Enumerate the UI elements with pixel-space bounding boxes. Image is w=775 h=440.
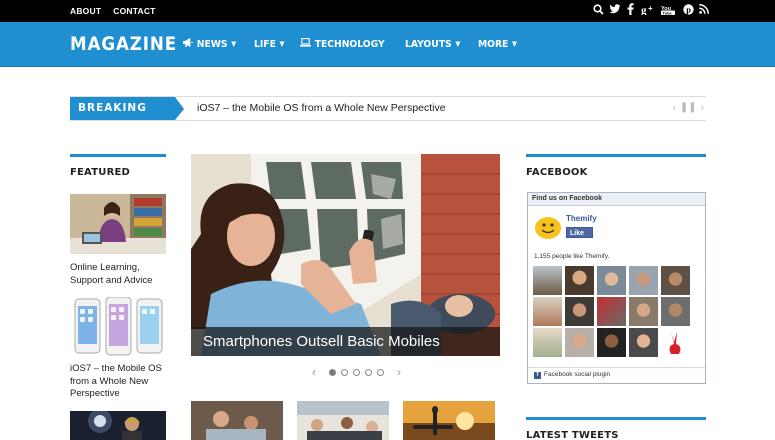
themify-avatar[interactable]: [534, 213, 562, 241]
slider-dot-3[interactable]: [353, 368, 360, 376]
about-link[interactable]: ABOUT: [70, 6, 101, 16]
nav-item-layouts[interactable]: LAYOUTS ▼: [405, 38, 460, 50]
slider-dot-5[interactable]: [377, 368, 384, 376]
fan-avatar[interactable]: [597, 266, 626, 295]
featured-thumb-3[interactable]: [70, 411, 166, 440]
chevron-down-icon: ▼: [279, 40, 285, 48]
contact-link[interactable]: CONTACT: [113, 6, 155, 16]
hero-caption[interactable]: Smartphones Outsell Basic Mobiles: [191, 327, 500, 356]
facebook-heading: FACEBOOK: [526, 154, 706, 178]
nav-item-technology[interactable]: TECHNOLOGY: [299, 37, 385, 50]
featured-heading: FEATURED: [70, 154, 166, 178]
megaphone-icon: [183, 38, 194, 50]
fan-avatar[interactable]: [565, 266, 594, 295]
facebook-fan-grid: [533, 266, 690, 357]
pinterest-icon[interactable]: p: [683, 3, 694, 20]
youtube-icon[interactable]: You Tube: [661, 4, 677, 20]
top-links: ABOUT CONTACT: [70, 6, 156, 16]
chevron-left-icon[interactable]: ‹: [312, 365, 316, 379]
slider-dot-1[interactable]: [329, 368, 336, 376]
hero-slide[interactable]: Smartphones Outsell Basic Mobiles: [191, 154, 500, 356]
fan-avatar[interactable]: [661, 266, 690, 295]
chevron-left-icon[interactable]: ‹: [673, 102, 676, 113]
fan-avatar[interactable]: [533, 328, 562, 357]
latest-tweets-heading: LATEST TWEETS: [526, 417, 706, 440]
featured-thumb-1[interactable]: [70, 194, 166, 254]
fan-avatar[interactable]: [661, 328, 690, 357]
facebook-like-box: Find us on Facebook Themify Like 1,155 p…: [527, 192, 706, 384]
svg-text:g: g: [641, 4, 647, 15]
breaking-news-headline[interactable]: iOS7 – the Mobile OS from a Whole New Pe…: [197, 102, 446, 114]
site-logo[interactable]: MAGAZINE: [70, 33, 177, 55]
post-thumb-2[interactable]: [297, 401, 389, 440]
nav-item-life[interactable]: LIFE ▼: [254, 38, 285, 50]
fan-avatar[interactable]: [661, 297, 690, 326]
facebook-icon[interactable]: [625, 3, 635, 20]
facebook-plugin-text: Facebook social plugin: [544, 371, 611, 378]
featured-caption-1[interactable]: Online Learning, Support and Advice: [70, 262, 170, 287]
nav-label-layouts: LAYOUTS: [404, 38, 452, 50]
slider-dot-4[interactable]: [365, 368, 372, 376]
fan-avatar[interactable]: [597, 328, 626, 357]
breaking-news-bar: BREAKING NEWS iOS7 – the Mobile OS from …: [70, 96, 706, 137]
post-thumb-3[interactable]: [403, 401, 495, 440]
chevron-right-icon[interactable]: ›: [397, 365, 401, 379]
fan-avatar[interactable]: [533, 297, 562, 326]
rss-icon[interactable]: [699, 4, 709, 19]
pause-icon[interactable]: ❚❚: [680, 102, 697, 113]
main-nav: NEWS ▼ LIFE ▼ TECHNOLOGY LAYOUTS ▼ MORE …: [183, 37, 520, 50]
twitter-icon[interactable]: [609, 3, 621, 20]
fan-avatar[interactable]: [629, 297, 658, 326]
nav-item-more[interactable]: MORE ▼: [478, 38, 517, 50]
laptop-icon: [299, 37, 312, 50]
fan-avatar[interactable]: [565, 328, 594, 357]
search-icon[interactable]: [593, 3, 604, 20]
facebook-like-label: Like: [570, 230, 585, 237]
facebook-icon: f: [534, 372, 541, 379]
fan-avatar[interactable]: [597, 297, 626, 326]
facebook-plugin-footer: f Facebook social plugin: [528, 367, 705, 382]
breaking-news-label: BREAKING NEWS: [70, 97, 184, 137]
featured-caption-2[interactable]: iOS7 – the Mobile OS from a Whole New Pe…: [70, 363, 170, 401]
post-thumb-1[interactable]: [191, 401, 283, 440]
slider-pager: ‹ ›: [304, 365, 409, 379]
fan-avatar[interactable]: [565, 297, 594, 326]
top-bar: ABOUT CONTACT g + You Tube p: [0, 0, 775, 22]
facebook-find-us: Find us on Facebook: [528, 193, 705, 206]
ticker-controls: ‹ ❚❚ ›: [673, 102, 704, 113]
svg-text:p: p: [686, 4, 691, 14]
nav-label-more: MORE: [478, 38, 509, 50]
site-header: MAGAZINE NEWS ▼ LIFE ▼ TECHNOLOGY LAYOUT…: [0, 22, 775, 67]
svg-text:+: +: [648, 4, 653, 13]
slider-dot-2[interactable]: [341, 368, 348, 376]
facebook-page-name[interactable]: Themify: [566, 214, 597, 223]
social-icons: g + You Tube p: [593, 3, 709, 20]
fan-avatar[interactable]: [629, 328, 658, 357]
fan-avatar[interactable]: [629, 266, 658, 295]
fan-avatar[interactable]: [533, 266, 562, 295]
chevron-down-icon: ▼: [512, 40, 518, 48]
nav-label-news: NEWS: [196, 38, 228, 50]
nav-label-technology: TECHNOLOGY: [314, 38, 385, 50]
nav-item-news[interactable]: NEWS ▼: [183, 38, 236, 50]
facebook-like-button[interactable]: Like: [566, 227, 593, 238]
google-plus-icon[interactable]: g +: [641, 4, 655, 20]
nav-label-life: LIFE: [253, 38, 276, 50]
chevron-down-icon: ▼: [231, 40, 237, 48]
chevron-right-icon[interactable]: ›: [701, 102, 704, 113]
facebook-like-count: 1,155 people like Themify.: [534, 253, 610, 260]
svg-text:Tube: Tube: [663, 10, 673, 15]
chevron-down-icon: ▼: [455, 40, 461, 48]
featured-thumb-2[interactable]: [70, 297, 166, 357]
